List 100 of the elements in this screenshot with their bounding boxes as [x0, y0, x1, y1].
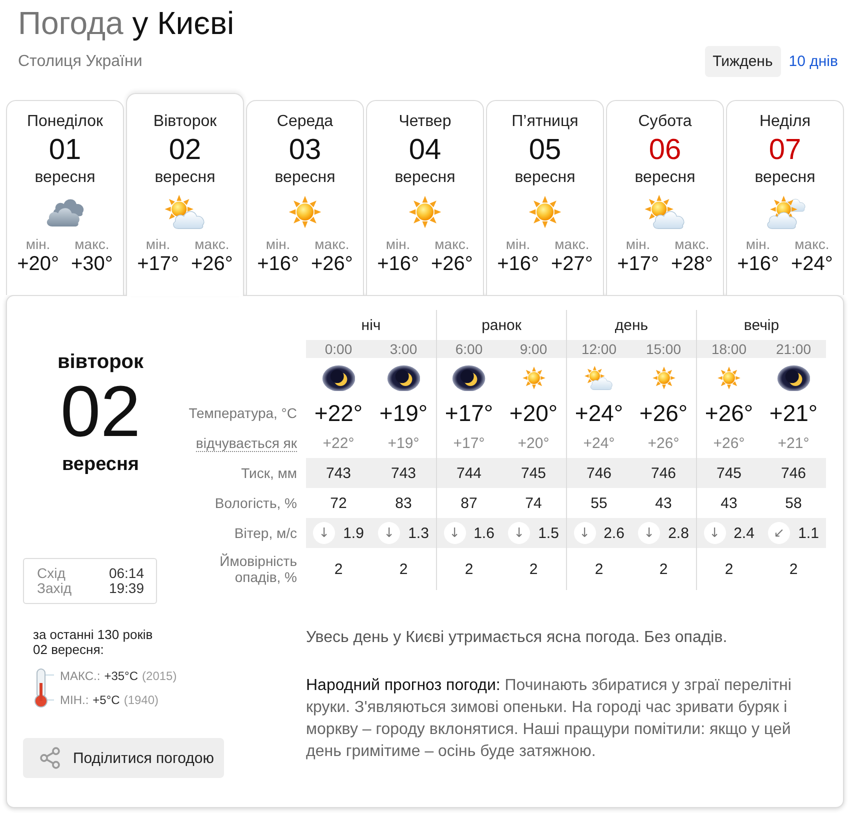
moon-icon: [322, 364, 356, 392]
sun-event-label: Захід: [37, 581, 72, 596]
day-tab[interactable]: Четвер 04 вересня мін. макс. +16° +26°: [366, 100, 484, 295]
day-tab[interactable]: П’ятниця 05 вересня мін. макс. +16° +27°: [486, 100, 604, 295]
month-label: вересня: [634, 168, 696, 188]
wind-direction-icon: ↓: [704, 522, 726, 544]
min-label: мін.: [506, 236, 530, 252]
feels-like-value: +20°: [518, 434, 550, 452]
min-label: мін.: [26, 236, 50, 252]
temperature-value: +20°: [509, 400, 558, 426]
time-cell: 9:00: [501, 340, 566, 358]
precipitation-value: 2: [334, 560, 343, 578]
period-label: день: [614, 316, 648, 334]
wind-speed-value: 2.4: [734, 524, 754, 542]
feels-like-value: +17°: [453, 434, 485, 452]
pressure-value: 746: [650, 464, 676, 482]
day-tab[interactable]: Субота 06 вересня мін. макс. +17° +28°: [606, 100, 724, 295]
row-label: Вологість, %: [214, 495, 297, 511]
wind-direction-icon: ↓: [508, 522, 530, 544]
row-label: Вітер, м/с: [234, 525, 297, 541]
min-temperature: +16°: [737, 252, 779, 276]
date-number: 04: [408, 133, 442, 168]
max-label: макс.: [554, 236, 590, 252]
min-label: мін.: [266, 236, 290, 252]
max-label: макс.: [194, 236, 230, 252]
humidity-value: 43: [655, 494, 672, 512]
max-temperature: +30°: [71, 252, 113, 276]
day-tab[interactable]: Неділя 07 вересня мін. макс. +16° +24°: [726, 100, 844, 295]
weather-summary: Увесь день у Києві утримається ясна погода. Без опадів.: [306, 628, 728, 648]
record-value: +5°C: [92, 693, 120, 707]
max-label: макс.: [434, 236, 470, 252]
month-label: вересня: [394, 168, 456, 188]
wind-direction-icon: ↓: [313, 522, 336, 544]
time-cell: 21:00: [761, 340, 826, 358]
precipitation-value: 2: [464, 560, 474, 578]
date-number: 06: [648, 133, 682, 168]
month-label: вересня: [754, 168, 816, 188]
wind-speed-value: 1.1: [798, 524, 819, 542]
humidity-value: 72: [330, 494, 347, 512]
selected-date: 02: [60, 376, 141, 448]
min-label: мін.: [626, 236, 650, 252]
page-title: Погода у Києві: [18, 4, 234, 42]
wind-speed-value: 1.5: [538, 524, 559, 542]
day-tab[interactable]: Середа 03 вересня мін. макс. +16° +26°: [246, 100, 364, 295]
weekday-label: Понеділок: [26, 112, 104, 132]
records-period: за останні 130 років: [33, 627, 153, 642]
min-temperature: +17°: [137, 252, 179, 276]
pressure-value: 744: [456, 464, 482, 482]
humidity-value: 74: [525, 494, 542, 512]
feels-like-value: +19°: [388, 434, 420, 452]
view-tab[interactable]: Тиждень: [704, 46, 781, 77]
feels-like-value: +26°: [648, 434, 680, 452]
precipitation-value: 2: [529, 560, 538, 578]
time-cell: 6:00: [436, 340, 501, 358]
share-button[interactable]: Поділитися погодою: [23, 738, 224, 778]
temperature-value: +26°: [704, 400, 754, 426]
sun-icon: [717, 366, 741, 390]
temperature-value: +19°: [379, 400, 428, 426]
temperature-value: +21°: [769, 400, 818, 426]
pressure-value: 746: [586, 464, 612, 482]
humidity-value: 43: [720, 494, 738, 512]
min-label: мін.: [386, 236, 410, 252]
sun-icon: [652, 366, 676, 390]
sun-icon: [522, 366, 546, 390]
humidity-value: 58: [785, 494, 802, 512]
wind-direction-icon: ↓: [574, 522, 596, 544]
time-cell: 0:00: [306, 340, 371, 358]
pressure-value: 746: [780, 464, 806, 482]
time-cell: 12:00: [566, 340, 631, 358]
min-temperature: +17°: [617, 252, 659, 276]
feels-like-label: відчувається як: [196, 434, 297, 452]
wind-direction-icon: ↓: [444, 522, 466, 544]
max-label: макс.: [74, 236, 110, 252]
record-year: (2015): [142, 669, 177, 683]
temperature-value: +24°: [574, 400, 624, 426]
thermometer-icon: [32, 668, 54, 708]
sun-icon: [528, 195, 562, 229]
period-label: ніч: [361, 316, 381, 334]
date-number: 01: [48, 133, 82, 168]
sun-icon: [408, 195, 442, 229]
precipitation-value: 2: [789, 560, 798, 578]
time-cell: 15:00: [631, 340, 696, 358]
day-tab[interactable]: Вівторок 02 вересня мін. макс. +17° +26°: [126, 93, 244, 296]
max-label: макс.: [794, 236, 830, 252]
month-label: вересня: [34, 168, 96, 188]
feels-like-value: +26°: [713, 434, 745, 452]
folk-forecast: Народний прогноз погоди: Починають збиратися у зграї перелітні круки. З'являються зимові опеньки. На городі час зривати буряк і моркву – городу вклонятися. Наші пращури помітили: якщо у цей день гримітиме – осінь буде затяжною.: [306, 676, 792, 762]
sun-event-label: Схід: [37, 566, 66, 581]
weekday-label: Неділя: [760, 112, 810, 132]
view-tab[interactable]: 10 днів: [780, 46, 846, 77]
max-temperature: +27°: [551, 252, 593, 276]
pressure-value: 743: [326, 464, 352, 482]
wind-speed-value: 1.9: [343, 524, 364, 542]
sun-event-time: 19:39: [108, 581, 144, 596]
month-label: вересня: [274, 168, 336, 188]
row-label: Температура, °C: [188, 405, 297, 421]
moon-icon: [386, 364, 420, 392]
day-tab[interactable]: Понеділок 01 вересня мін. макс. +20° +30°: [6, 100, 124, 295]
sun-cloud-icon: [584, 366, 614, 390]
moon-icon: [452, 364, 486, 392]
